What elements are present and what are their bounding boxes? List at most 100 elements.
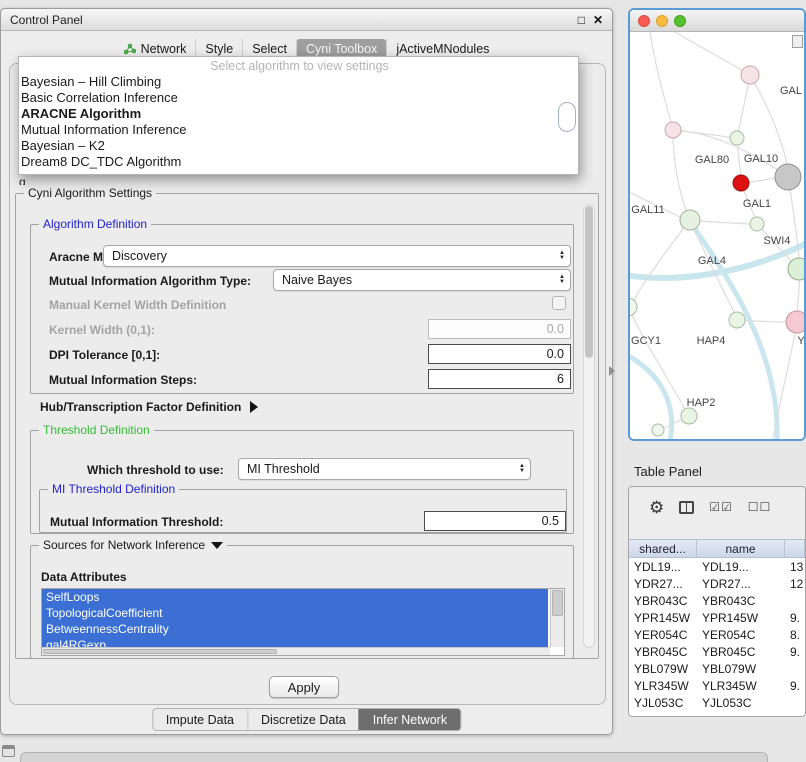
network-edge[interactable] bbox=[673, 138, 690, 220]
cell[interactable]: YJL053C bbox=[629, 696, 697, 710]
column-header[interactable]: name bbox=[697, 540, 785, 557]
scrollbar-thumb[interactable] bbox=[552, 590, 563, 616]
tab-infer-network[interactable]: Infer Network bbox=[359, 709, 460, 730]
network-node[interactable] bbox=[665, 122, 681, 138]
mi-steps-field[interactable]: 6 bbox=[428, 369, 571, 389]
apply-button[interactable]: Apply bbox=[269, 676, 339, 698]
sources-expander[interactable]: Sources for Network Inference bbox=[39, 538, 227, 552]
network-node[interactable] bbox=[775, 164, 801, 190]
popup-scrollbar-thumb[interactable] bbox=[558, 102, 576, 132]
network-node[interactable] bbox=[630, 298, 637, 316]
network-node[interactable] bbox=[729, 312, 745, 328]
cell[interactable]: YDR27... bbox=[629, 577, 697, 591]
list-item[interactable]: TopologicalCoefficient bbox=[42, 605, 548, 621]
column-header[interactable]: shared... bbox=[629, 540, 697, 557]
canvas-scroll-widget[interactable] bbox=[792, 35, 803, 48]
close-traffic-light[interactable] bbox=[638, 15, 650, 27]
mi-algorithm-type-select[interactable]: Naive Bayes bbox=[273, 269, 571, 291]
aracne-mode-select[interactable]: Discovery bbox=[103, 245, 571, 267]
network-edge[interactable] bbox=[634, 220, 690, 300]
table-row[interactable]: YBR045CYBR045C9. bbox=[629, 643, 805, 660]
dropdown-option[interactable]: Mutual Information Inference bbox=[19, 122, 578, 138]
hub-transcription-factor-expander[interactable]: Hub/Transcription Factor Definition bbox=[40, 400, 258, 414]
dropdown-option[interactable]: Bayesian – Hill Climbing bbox=[19, 74, 578, 90]
cell[interactable]: YER054C bbox=[629, 628, 697, 642]
network-node[interactable] bbox=[652, 424, 664, 436]
dpi-tolerance-field[interactable]: 0.0 bbox=[428, 344, 571, 364]
splitter-arrow[interactable] bbox=[609, 366, 615, 376]
tab-discretize-data[interactable]: Discretize Data bbox=[247, 709, 359, 730]
unchecked-columns-icon[interactable]: ☐☐ bbox=[748, 500, 772, 514]
cell[interactable]: YBR043C bbox=[697, 594, 785, 608]
network-edge[interactable] bbox=[630, 307, 685, 409]
table-row[interactable]: YBL079WYBL079W bbox=[629, 660, 805, 677]
cell[interactable]: 8. bbox=[785, 628, 805, 642]
settings-scrollbar[interactable] bbox=[583, 204, 595, 648]
table-row[interactable]: YDR27...YDR27...12 bbox=[629, 575, 805, 592]
cell[interactable]: YJL053C bbox=[697, 696, 785, 710]
cell[interactable]: YBR045C bbox=[697, 645, 785, 659]
cell[interactable]: 9. bbox=[785, 611, 805, 625]
network-node[interactable] bbox=[788, 258, 804, 280]
mi-threshold-field[interactable]: 0.5 bbox=[424, 511, 566, 531]
cell[interactable]: YER054C bbox=[697, 628, 785, 642]
network-node[interactable] bbox=[741, 66, 759, 84]
cell[interactable]: YBL079W bbox=[697, 662, 785, 676]
dropdown-option[interactable]: Dream8 DC_TDC Algorithm bbox=[19, 154, 578, 170]
table-row[interactable]: YJL053CYJL053C bbox=[629, 694, 805, 711]
cell[interactable]: YDL19... bbox=[629, 560, 697, 574]
float-window-icon[interactable]: □ bbox=[578, 13, 585, 27]
cell[interactable]: YPR145W bbox=[697, 611, 785, 625]
list-horizontal-scrollbar[interactable] bbox=[42, 647, 550, 655]
network-edge[interactable] bbox=[773, 322, 797, 439]
manual-kernel-width-checkbox[interactable] bbox=[552, 296, 566, 310]
which-threshold-select[interactable]: MI Threshold bbox=[238, 458, 531, 480]
list-item[interactable]: SelfLoops bbox=[42, 589, 548, 605]
scrollbar-thumb[interactable] bbox=[585, 206, 593, 358]
minimize-traffic-light[interactable] bbox=[656, 15, 668, 27]
cell[interactable]: 13 bbox=[785, 560, 805, 574]
table-row[interactable]: YLR345WYLR345W9. bbox=[629, 677, 805, 694]
network-window-titlebar[interactable] bbox=[630, 10, 804, 32]
cell[interactable]: YBR045C bbox=[629, 645, 697, 659]
network-edge[interactable] bbox=[650, 32, 673, 130]
list-item[interactable]: BetweennessCentrality bbox=[42, 621, 548, 637]
checked-columns-icon[interactable]: ☑☑ bbox=[709, 500, 733, 514]
network-node[interactable] bbox=[733, 175, 749, 191]
table-row[interactable]: YDL19...YDL19...13 bbox=[629, 558, 805, 575]
cell[interactable]: 12 bbox=[785, 577, 805, 591]
cell[interactable]: YBR043C bbox=[629, 594, 697, 608]
network-node[interactable] bbox=[750, 217, 764, 231]
cell[interactable]: YDL19... bbox=[697, 560, 785, 574]
network-node[interactable] bbox=[680, 210, 700, 230]
scrollbar-thumb[interactable] bbox=[43, 649, 277, 654]
cell[interactable]: YBL079W bbox=[629, 662, 697, 676]
cell[interactable]: YLR345W bbox=[629, 679, 697, 693]
column-header[interactable] bbox=[785, 540, 805, 557]
mini-window-icon[interactable] bbox=[2, 745, 15, 757]
cell[interactable]: YPR145W bbox=[629, 611, 697, 625]
kernel-width-field[interactable]: 0.0 bbox=[428, 319, 571, 339]
dropdown-option[interactable]: Basic Correlation Inference bbox=[19, 90, 578, 106]
network-node[interactable] bbox=[730, 131, 744, 145]
network-edge[interactable] bbox=[675, 32, 750, 75]
gear-icon[interactable]: ⚙ bbox=[649, 499, 664, 516]
columns-icon[interactable] bbox=[679, 501, 694, 514]
network-node[interactable] bbox=[786, 311, 804, 333]
dropdown-option-selected[interactable]: ARACNE Algorithm bbox=[19, 106, 578, 122]
cell[interactable]: YDR27... bbox=[697, 577, 785, 591]
table-row[interactable]: YER054CYER054C8. bbox=[629, 626, 805, 643]
table-row[interactable]: YBR043CYBR043C bbox=[629, 592, 805, 609]
table-row[interactable]: YPR145WYPR145W9. bbox=[629, 609, 805, 626]
close-icon[interactable]: ✕ bbox=[593, 13, 603, 27]
cell[interactable]: 9. bbox=[785, 645, 805, 659]
zoom-traffic-light[interactable] bbox=[674, 15, 686, 27]
network-edge[interactable] bbox=[630, 354, 672, 439]
network-node[interactable] bbox=[681, 408, 697, 424]
cell[interactable]: 9. bbox=[785, 679, 805, 693]
network-canvas[interactable]: GALGAL80GAL10GAL11GAL1SWI4GAL4GCY1HAP4YH… bbox=[630, 32, 804, 439]
cell[interactable]: YLR345W bbox=[697, 679, 785, 693]
list-vertical-scrollbar[interactable] bbox=[550, 589, 564, 647]
dropdown-option[interactable]: Bayesian – K2 bbox=[19, 138, 578, 154]
tab-impute-data[interactable]: Impute Data bbox=[153, 709, 247, 730]
